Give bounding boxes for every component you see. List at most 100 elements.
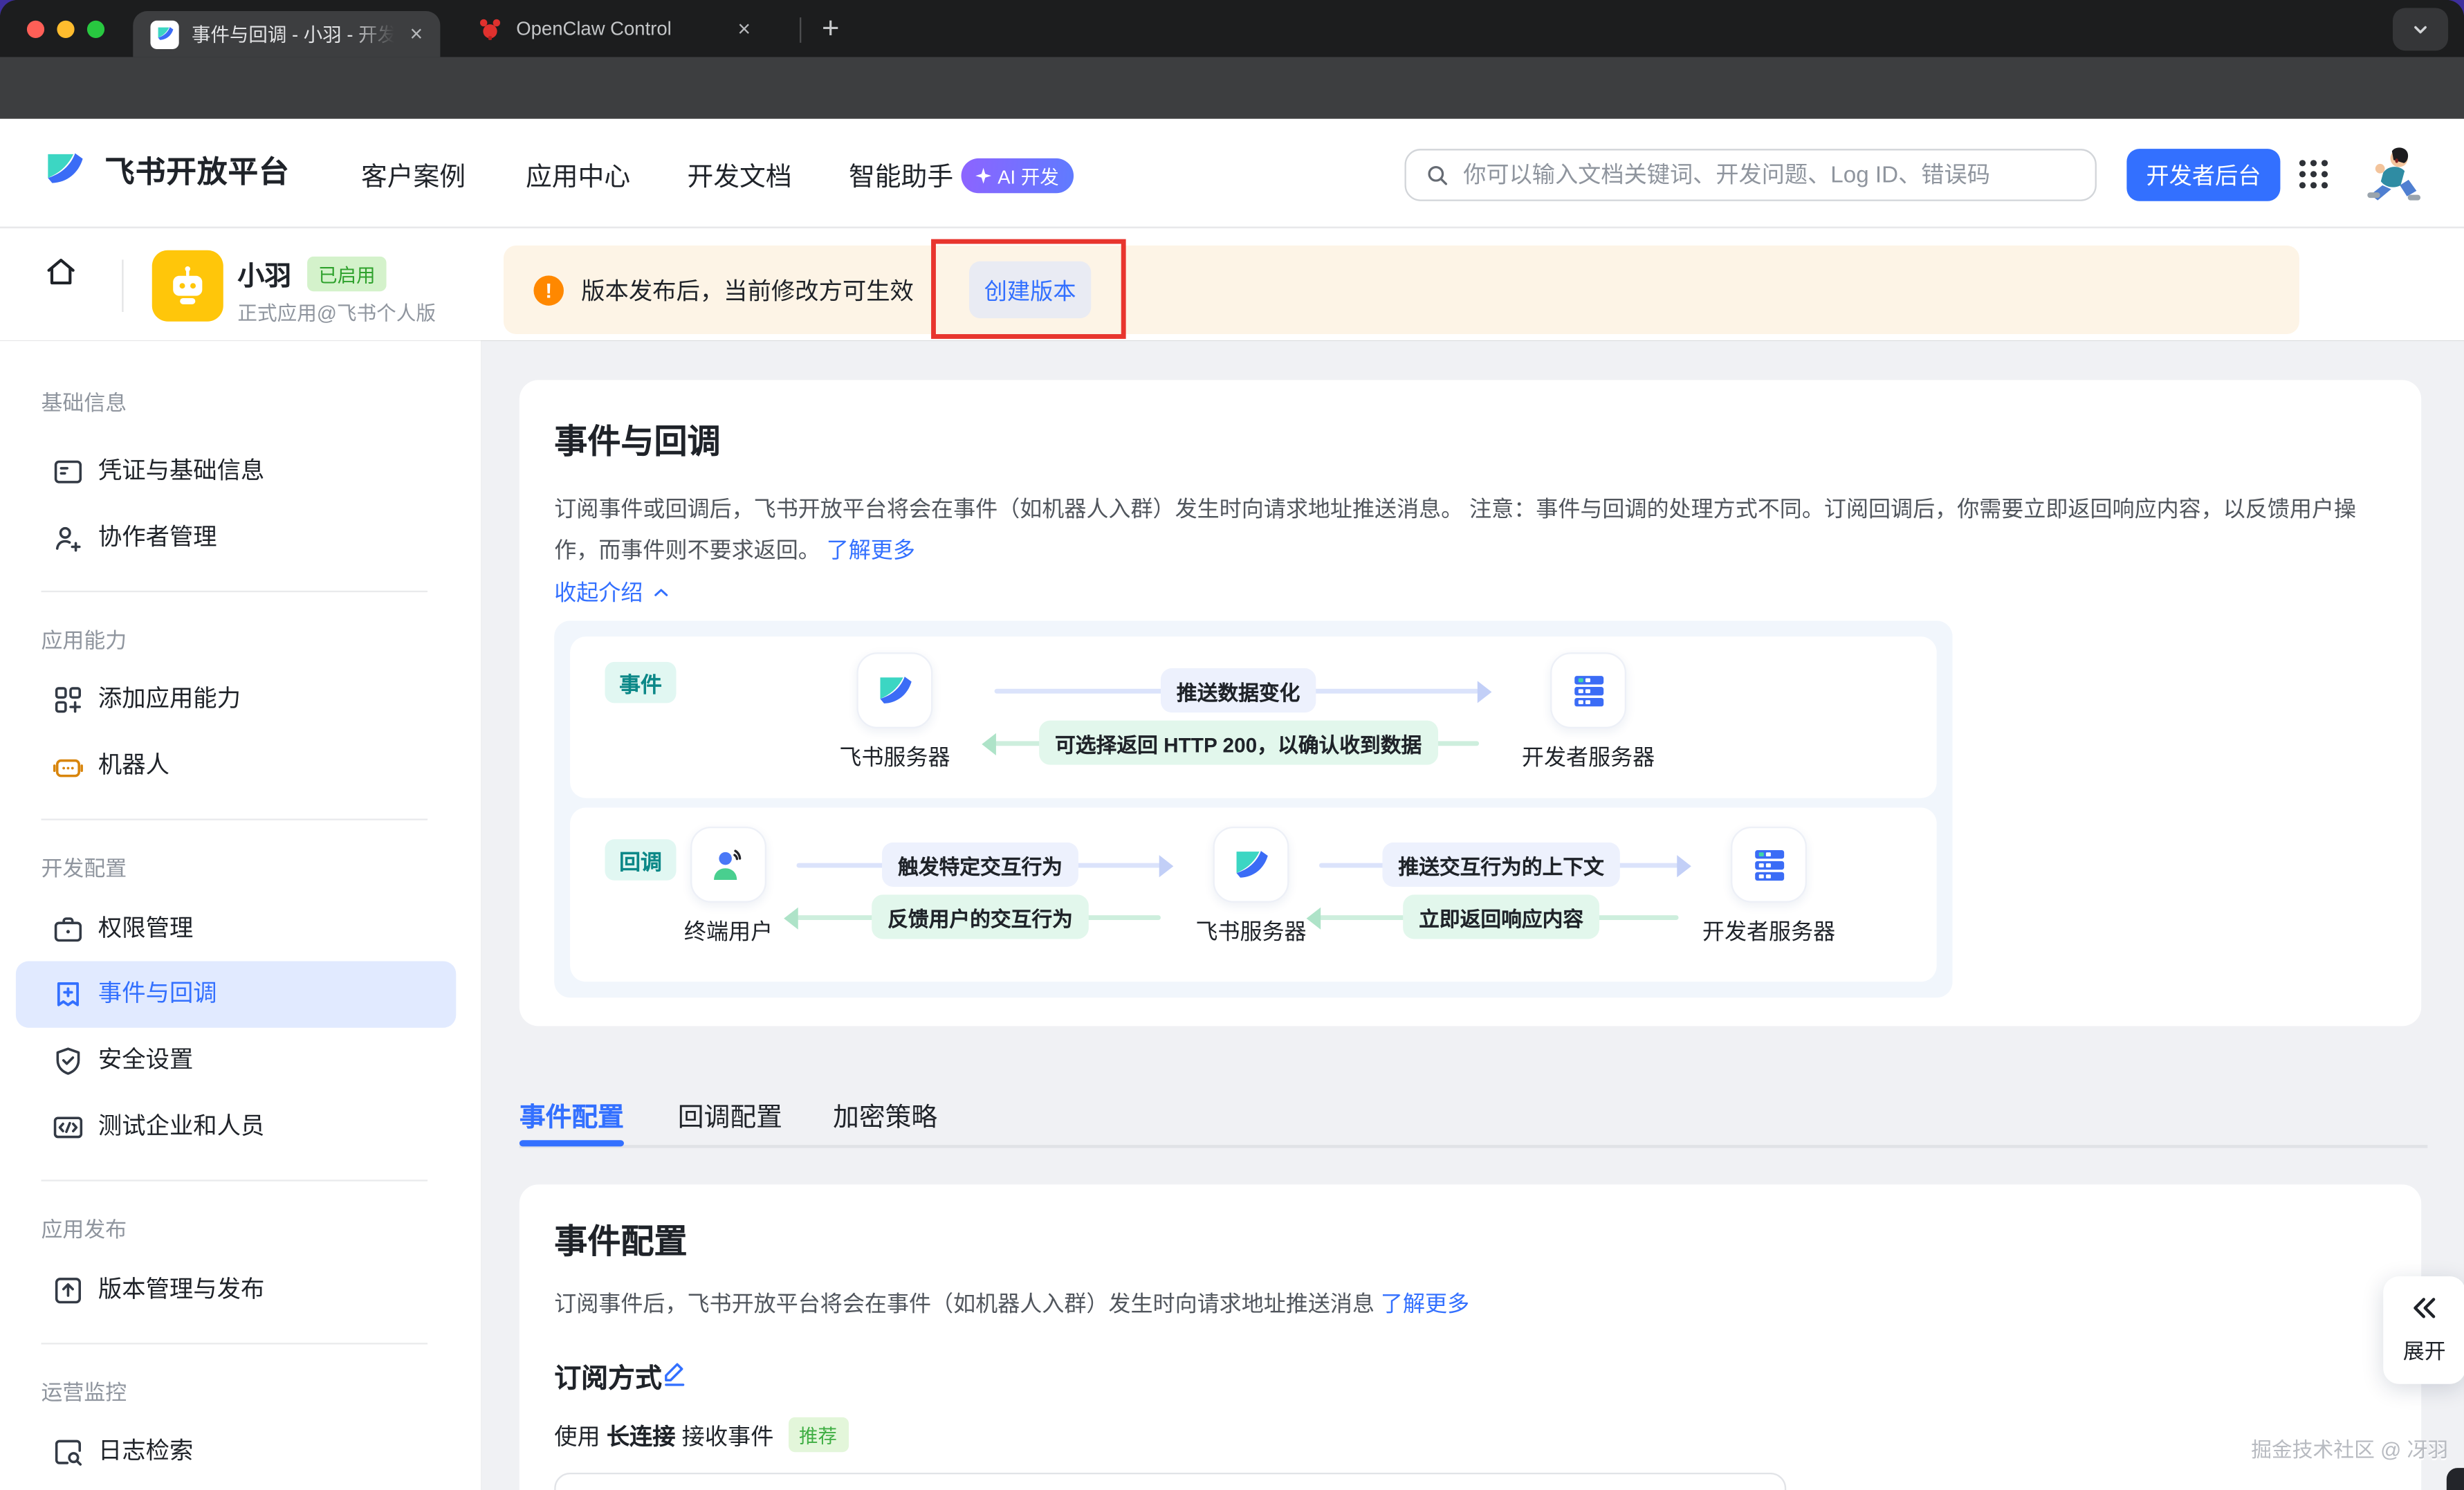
nav-customer-cases[interactable]: 客户案例	[361, 155, 466, 193]
warning-icon: !	[533, 275, 563, 304]
browser-window: 事件与回调 - 小羽 - 开发者后台 × OpenClaw Control × …	[0, 0, 2464, 1490]
site-header: 飞书开放平台 客户案例 应用中心 开发文档 智能助手 AI 开发 开发者后台	[0, 119, 2464, 228]
intro-description: 订阅事件或回调后，飞书开放平台将会在事件（如机器人入群）发生时向请求地址推送消息…	[554, 488, 2387, 570]
tab-title: OpenClaw Control	[516, 16, 714, 42]
section-text: 订阅事件后，飞书开放平台将会在事件（如机器人入群）发生时向请求地址推送消息	[554, 1291, 1381, 1316]
sidebar-item-bot[interactable]: 机器人	[0, 733, 481, 800]
briefcase-icon	[50, 912, 85, 947]
sidebar-item-add-capability[interactable]: 添加应用能力	[0, 667, 481, 733]
person-plus-icon	[50, 521, 85, 555]
arrow-label: 推送数据变化	[1161, 668, 1316, 712]
ai-dev-badge[interactable]: AI 开发	[962, 158, 1074, 193]
event-badge: 事件	[605, 662, 676, 703]
event-config-card: 事件配置 订阅事件后，飞书开放平台将会在事件（如机器人入群）发生时向请求地址推送…	[520, 1184, 2421, 1490]
collapse-intro-link[interactable]: 收起介绍	[554, 576, 671, 608]
sparkle-icon	[975, 168, 991, 184]
edit-pencil-icon[interactable]	[659, 1357, 690, 1389]
arrow-label: 立即返回响应内容	[1403, 894, 1599, 939]
recommended-badge: 推荐	[788, 1417, 848, 1452]
end-user-icon	[690, 827, 766, 903]
sidebar-section-basic: 基础信息	[42, 385, 127, 416]
sidebar-item-log-search[interactable]: 日志检索	[0, 1419, 481, 1485]
subscribe-mode-line: 使用 长连接 接收事件 推荐	[554, 1417, 848, 1452]
traffic-close-icon[interactable]	[27, 20, 44, 37]
connection-box	[554, 1473, 1786, 1490]
brand-name: 飞书开放平台	[104, 148, 290, 191]
traffic-zoom-icon[interactable]	[87, 20, 104, 37]
tab-search-button[interactable]	[2393, 8, 2448, 50]
sidebar-item-test-org[interactable]: 测试企业和人员	[0, 1094, 481, 1161]
log-search-icon	[50, 1435, 85, 1469]
user-avatar[interactable]	[2362, 142, 2426, 206]
watermark: 掘金技术社区 @ 冴羽	[2251, 1433, 2448, 1463]
sidebar-item-permission[interactable]: 权限管理	[0, 896, 481, 963]
app-bar-divider	[122, 259, 123, 312]
intro-text: 订阅事件或回调后，飞书开放平台将会在事件（如机器人入群）发生时向请求地址推送消息…	[554, 496, 2356, 562]
arrow-label: 反馈用户的交互行为	[872, 894, 1089, 939]
traffic-minimize-icon[interactable]	[57, 20, 74, 37]
banner-text: 版本发布后，当前修改方可生效	[581, 273, 914, 306]
arrow-label: 触发特定交互行为	[882, 843, 1078, 887]
sidebar-section-release: 应用发布	[42, 1211, 127, 1243]
section-description: 订阅事件后，飞书开放平台将会在事件（如机器人入群）发生时向请求地址推送消息 了解…	[554, 1282, 2387, 1324]
node-label: 开发者服务器	[1522, 741, 1655, 773]
new-tab-button[interactable]: +	[814, 12, 847, 46]
tab-close-icon[interactable]: ×	[737, 17, 751, 39]
annotation-highlight-box	[931, 239, 1126, 339]
tab-feishu-console[interactable]: 事件与回调 - 小羽 - 开发者后台 ×	[133, 11, 440, 57]
sidebar-divider	[42, 1343, 428, 1344]
sidebar-item-events[interactable]: 事件与回调	[0, 962, 481, 1028]
tab-encrypt-policy[interactable]: 加密策略	[833, 1096, 937, 1134]
nav-ai-assistant[interactable]: 智能助手	[849, 155, 953, 193]
learn-more-link[interactable]: 了解更多	[827, 537, 915, 562]
sidebar-section-monitor: 运营监控	[42, 1374, 127, 1406]
developer-server-icon	[1550, 652, 1626, 728]
nav-dev-docs[interactable]: 开发文档	[688, 155, 792, 193]
expand-panel-button[interactable]: 展开	[2383, 1276, 2464, 1384]
learn-more-link[interactable]: 了解更多	[1381, 1291, 1469, 1316]
search-box[interactable]	[1405, 149, 2097, 201]
subscribe-mode-title: 订阅方式	[554, 1356, 662, 1395]
code-window-icon	[50, 1110, 85, 1145]
home-icon[interactable]	[43, 253, 80, 290]
event-callback-diagram: 事件 推送数据变化 可选择返回 HTTP 200，以确认收到数据 飞书服务器 开…	[554, 620, 1952, 997]
tab-event-config[interactable]: 事件配置	[520, 1096, 624, 1134]
node-label: 飞书服务器	[839, 741, 950, 773]
apps-grid-icon[interactable]	[2299, 160, 2333, 193]
app-avatar[interactable]	[152, 250, 223, 322]
feishu-server-icon	[1213, 827, 1289, 903]
sidebar-item-security[interactable]: 安全设置	[0, 1028, 481, 1094]
node-label: 终端用户	[684, 915, 773, 947]
id-card-icon	[50, 454, 85, 489]
tab-close-icon[interactable]: ×	[410, 22, 423, 44]
double-chevron-left-icon	[2409, 1292, 2440, 1324]
browser-toolbar: open.feishu.cn/app/cli_a933bd6b8cfc9cc1/…	[0, 57, 2464, 118]
tab-divider	[800, 17, 801, 43]
tab-openclaw[interactable]: OpenClaw Control ×	[453, 0, 786, 57]
main-content: 事件与回调 订阅事件或回调后，飞书开放平台将会在事件（如机器人入群）发生时向请求…	[481, 340, 2464, 1490]
feishu-server-icon	[856, 652, 932, 728]
developer-server-icon	[1731, 827, 1807, 903]
tab-callback-config[interactable]: 回调配置	[678, 1096, 782, 1134]
diagram-event-row: 事件 推送数据变化 可选择返回 HTTP 200，以确认收到数据 飞书服务器 开…	[570, 636, 1937, 798]
event-flag-icon	[50, 977, 85, 1011]
search-icon	[1424, 161, 1451, 188]
developer-console-button[interactable]: 开发者后台	[2126, 149, 2280, 201]
chevron-up-icon	[651, 582, 672, 603]
search-input[interactable]	[1463, 163, 2077, 188]
expand-label: 展开	[2403, 1334, 2446, 1365]
upload-box-icon	[50, 1273, 85, 1308]
active-tab-underline	[520, 1139, 624, 1146]
sidebar-item-version-release[interactable]: 版本管理与发布	[0, 1258, 481, 1324]
events-intro-card: 事件与回调 订阅事件或回调后，飞书开放平台将会在事件（如机器人入群）发生时向请求…	[520, 380, 2421, 1026]
sidebar-item-collaborator[interactable]: 协作者管理	[0, 505, 481, 571]
tab-strip: 事件与回调 - 小羽 - 开发者后台 × OpenClaw Control × …	[0, 0, 2464, 57]
arrow-label: 推送交互行为的上下文	[1382, 843, 1619, 887]
brand-logo[interactable]: 飞书开放平台	[42, 146, 290, 194]
sidebar-divider	[42, 819, 428, 820]
robot-icon	[50, 749, 85, 784]
sidebar-item-credential[interactable]: 凭证与基础信息	[0, 439, 481, 505]
feishu-favicon-icon	[150, 20, 178, 48]
feishu-logo-icon	[42, 146, 89, 194]
nav-app-center[interactable]: 应用中心	[526, 155, 630, 193]
